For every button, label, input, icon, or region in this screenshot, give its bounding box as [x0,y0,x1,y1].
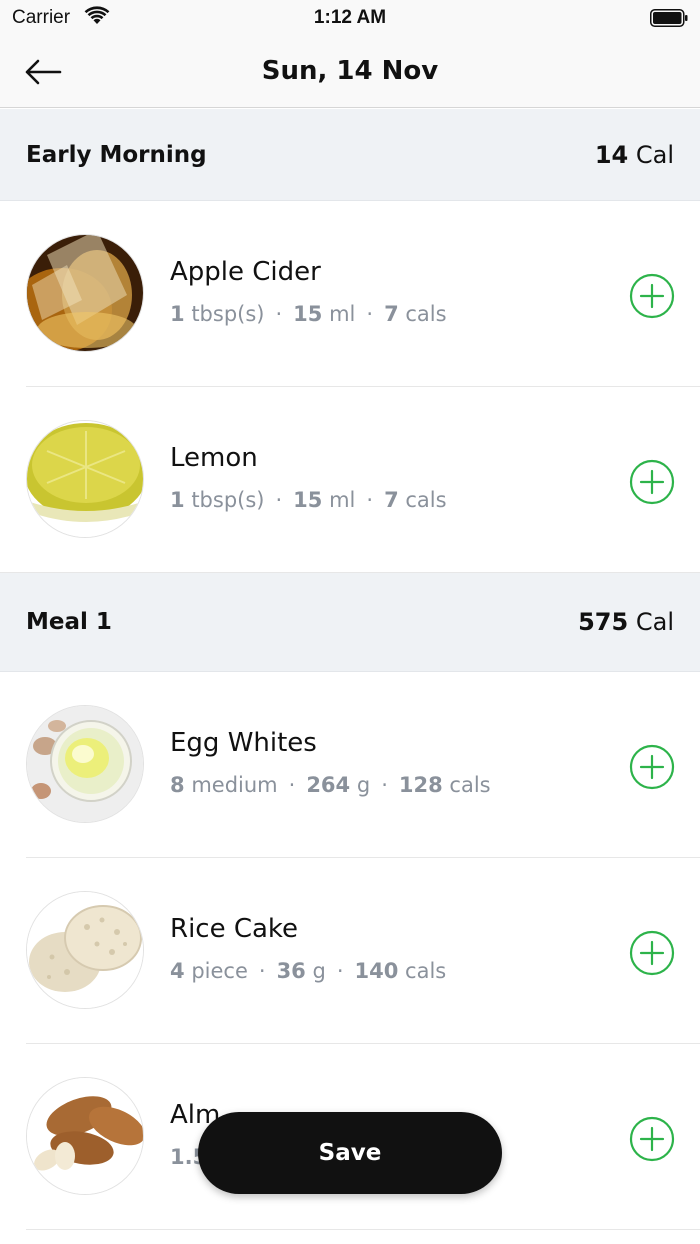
add-circle-icon[interactable] [629,1116,675,1162]
status-bar: Carrier 1:12 AM [0,0,700,36]
egg-whites-image [26,705,144,823]
row-divider [26,1229,700,1230]
food-details: 1 tbsp(s) · 15 ml · 7 cals [170,488,447,512]
add-circle-icon[interactable] [629,273,675,319]
page-title: Sun, 14 Nov [261,56,439,86]
food-name: Egg Whites [170,728,317,758]
save-button[interactable]: Save [198,1112,502,1194]
status-time: 1:12 AM [313,7,387,28]
food-details: 8 medium · 264 g · 128 cals [170,773,491,797]
food-name: Apple Cider [170,257,321,287]
food-name: Rice Cake [170,914,299,944]
almonds-image [26,1077,144,1195]
section-title: Early Morning [26,141,207,168]
section-header-meal-1: Meal 1 575 Cal [0,573,700,672]
meal-list: Early Morning 14 Cal Apple Cider 1 tbsp(… [0,109,700,1230]
food-item-apple-cider[interactable]: Apple Cider 1 tbsp(s) · 15 ml · 7 cals [0,201,700,387]
battery-icon [650,9,688,27]
navigation-bar: Sun, 14 Nov [0,36,700,108]
section-title: Meal 1 [26,609,112,635]
add-circle-icon[interactable] [629,930,675,976]
add-circle-icon[interactable] [629,744,675,790]
food-item-lemon[interactable]: Lemon 1 tbsp(s) · 15 ml · 7 cals [0,387,700,573]
lemon-image [26,420,144,538]
apple-cider-image [26,234,144,352]
section-calories: 14 Cal [594,140,674,169]
section-calories: 575 Cal [578,608,674,636]
section-header-early-morning: Early Morning 14 Cal [0,109,700,201]
food-item-egg-whites[interactable]: Egg Whites 8 medium · 264 g · 128 cals [0,672,700,858]
rice-cake-image [26,891,144,1009]
add-circle-icon[interactable] [629,459,675,505]
food-details: 1 tbsp(s) · 15 ml · 7 cals [170,302,447,326]
food-details: 4 piece · 36 g · 140 cals [170,959,447,983]
food-item-rice-cake[interactable]: Rice Cake 4 piece · 36 g · 140 cals [0,858,700,1044]
food-name: Lemon [170,443,258,473]
row-divider [0,572,700,573]
